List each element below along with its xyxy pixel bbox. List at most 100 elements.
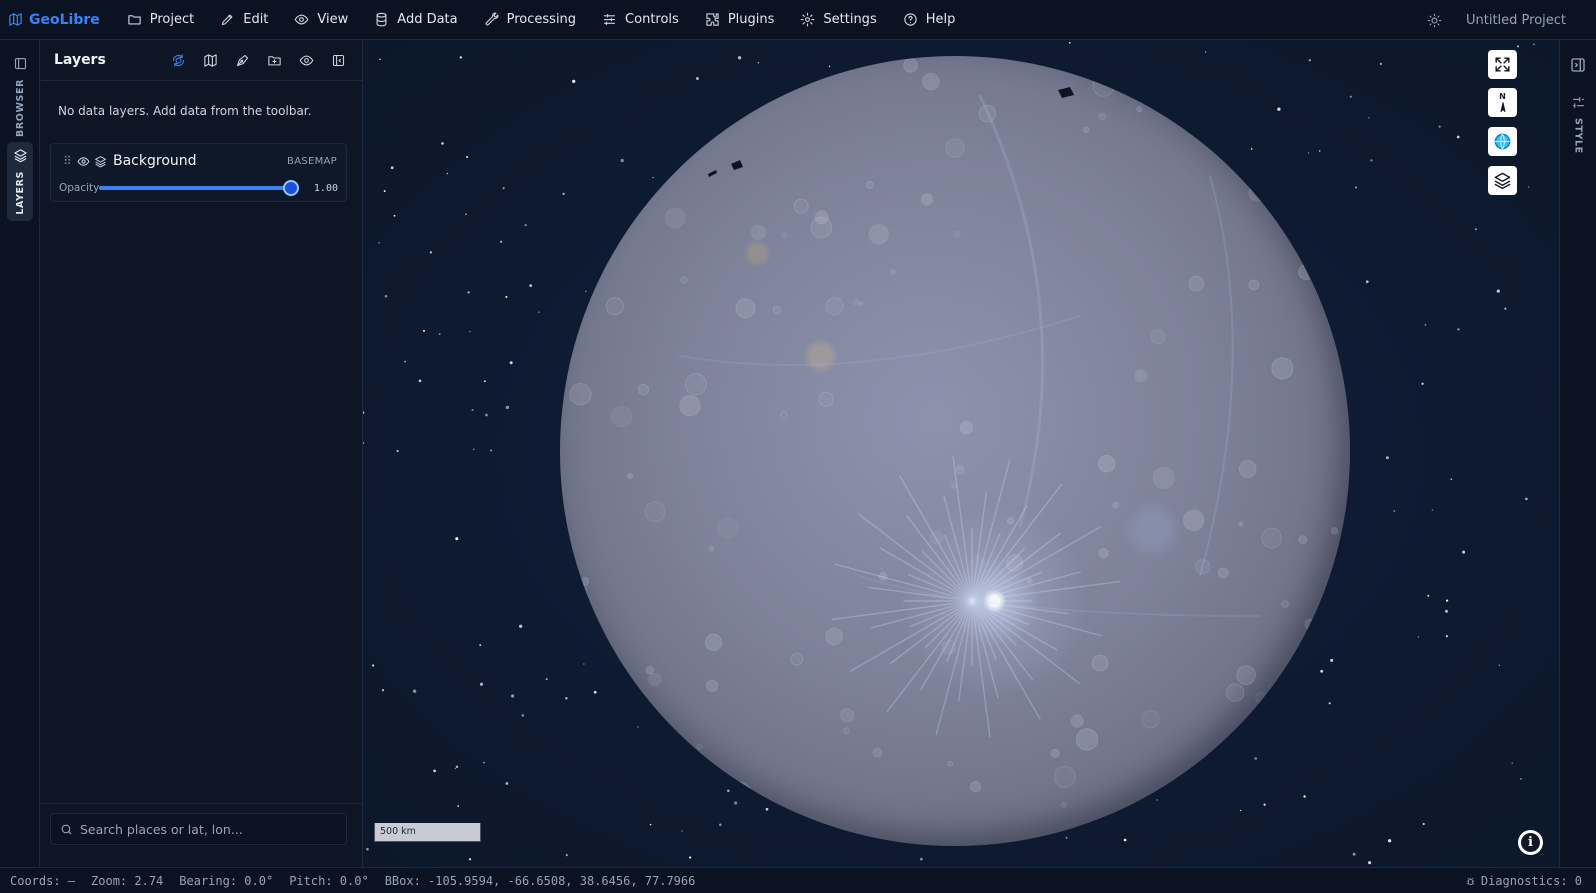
eye-icon bbox=[295, 14, 309, 25]
info-icon: i bbox=[1521, 833, 1540, 852]
menu-plugins[interactable]: Plugins bbox=[692, 0, 788, 40]
menu-edit[interactable]: Edit bbox=[207, 0, 281, 40]
gear-icon bbox=[801, 12, 815, 27]
attribution-button[interactable]: i bbox=[1518, 830, 1543, 855]
status-coords: Coords: — bbox=[10, 873, 76, 888]
search-area bbox=[41, 803, 362, 867]
app-brand[interactable]: GeoLibre bbox=[0, 12, 100, 28]
opacity-row: Opacity 1.00 bbox=[51, 178, 346, 198]
menu-add-data-label: Add Data bbox=[397, 12, 458, 27]
folder-plus-icon bbox=[267, 55, 281, 65]
eye-icon bbox=[299, 55, 313, 65]
menu-edit-label: Edit bbox=[243, 12, 269, 27]
puzzle-icon bbox=[706, 13, 719, 26]
layers-panel-title: Layers bbox=[54, 52, 106, 68]
globe-icon bbox=[1494, 133, 1511, 150]
help-circle-icon bbox=[904, 13, 917, 26]
fullscreen-button[interactable] bbox=[1488, 50, 1517, 79]
diagnostics-button[interactable]: Diagnostics: 0 bbox=[1465, 868, 1582, 893]
menu-processing[interactable]: Processing bbox=[471, 0, 589, 40]
layers-icon bbox=[95, 155, 106, 167]
bug-icon bbox=[1466, 877, 1475, 885]
layers-icon bbox=[1494, 172, 1511, 190]
sun-icon bbox=[1427, 13, 1441, 27]
collapse-panel-button[interactable] bbox=[322, 46, 354, 74]
sidebar-icon bbox=[332, 54, 344, 66]
project-name[interactable]: Untitled Project bbox=[1466, 13, 1596, 28]
layers-panel: Layers No data layers. Add data from the… bbox=[41, 40, 363, 867]
opacity-slider-thumb[interactable] bbox=[283, 180, 299, 196]
fullscreen-icon bbox=[1495, 57, 1510, 72]
globe-view-button[interactable] bbox=[162, 46, 194, 74]
pencil-icon bbox=[222, 14, 233, 26]
rail-tab-style[interactable]: STYLE bbox=[1566, 95, 1590, 154]
right-rail: STYLE bbox=[1559, 40, 1596, 867]
search-icon bbox=[61, 824, 72, 834]
draw-icon bbox=[236, 54, 248, 66]
rail-tab-browser[interactable]: BROWSER bbox=[7, 50, 33, 143]
menu-processing-label: Processing bbox=[506, 12, 577, 27]
menu-view[interactable]: View bbox=[281, 0, 361, 40]
compass-north-label: N bbox=[1499, 92, 1506, 101]
drag-handle-icon[interactable]: ⠿ bbox=[63, 154, 77, 168]
layer-row: ⠿ Background BASEMAP bbox=[51, 144, 346, 178]
status-bearing: Bearing: 0.0° bbox=[179, 873, 274, 888]
menubar-right: Untitled Project bbox=[1420, 0, 1596, 40]
status-bar: Coords: — Zoom: 2.74 Bearing: 0.0° Pitch… bbox=[0, 867, 1596, 893]
menu-help[interactable]: Help bbox=[890, 0, 969, 40]
eye-icon[interactable] bbox=[77, 155, 90, 168]
empty-layers-message: No data layers. Add data from the toolba… bbox=[58, 104, 312, 118]
rail-tab-layers[interactable]: LAYERS bbox=[7, 142, 33, 221]
map-canvas[interactable]: N 500 km i bbox=[363, 40, 1559, 867]
folder-icon bbox=[128, 15, 141, 25]
layer-type-badge: BASEMAP bbox=[287, 155, 337, 167]
menu-view-label: View bbox=[317, 12, 349, 27]
compass-button[interactable]: N bbox=[1488, 88, 1517, 117]
layers-toolbar bbox=[162, 46, 354, 74]
opacity-slider[interactable] bbox=[99, 180, 299, 196]
wrench-icon bbox=[485, 12, 499, 26]
globe-tool-icon bbox=[172, 53, 184, 67]
status-pitch: Pitch: 0.0° bbox=[289, 873, 369, 888]
left-activity-rail: BROWSER LAYERS bbox=[0, 40, 40, 867]
toggle-visibility-button[interactable] bbox=[290, 46, 322, 74]
planet-surface-detail bbox=[560, 56, 1350, 839]
expand-panel-icon[interactable] bbox=[1569, 56, 1587, 74]
menu-plugins-label: Plugins bbox=[727, 12, 775, 27]
menu-settings-label: Settings bbox=[823, 12, 877, 27]
rail-tab-style-label: STYLE bbox=[1572, 118, 1584, 154]
status-bbox: BBox: -105.9594, -66.6508, 38.6456, 77.7… bbox=[384, 873, 696, 888]
layers-panel-header: Layers bbox=[41, 40, 362, 81]
sliders-icon bbox=[603, 13, 616, 26]
menu-help-label: Help bbox=[925, 12, 956, 27]
menu-add-data[interactable]: Add Data bbox=[361, 0, 470, 40]
search-input[interactable] bbox=[80, 821, 330, 837]
rail-tab-layers-label: LAYERS bbox=[14, 171, 26, 215]
menu-project[interactable]: Project bbox=[114, 0, 207, 40]
add-group-button[interactable] bbox=[258, 46, 290, 74]
layers-icon bbox=[13, 149, 27, 163]
opacity-slider-fill bbox=[99, 186, 291, 190]
opacity-label: Opacity bbox=[59, 182, 100, 194]
menu-controls-label: Controls bbox=[625, 12, 679, 27]
map-logo-icon bbox=[9, 13, 22, 26]
menu-settings[interactable]: Settings bbox=[787, 0, 889, 40]
menu-controls[interactable]: Controls bbox=[589, 0, 692, 40]
menu-project-label: Project bbox=[149, 12, 195, 27]
style-sliders-icon bbox=[1572, 96, 1584, 109]
opacity-value: 1.00 bbox=[313, 182, 338, 194]
search-box bbox=[50, 813, 347, 845]
compass-icon bbox=[1500, 102, 1505, 112]
theme-toggle-button[interactable] bbox=[1420, 6, 1448, 34]
planet-globe[interactable] bbox=[560, 56, 1350, 846]
basemap-button[interactable] bbox=[194, 46, 226, 74]
status-zoom: Zoom: 2.74 bbox=[91, 873, 164, 888]
layer-name: Background bbox=[113, 153, 197, 169]
scale-bar: 500 km bbox=[374, 823, 481, 842]
draw-button[interactable] bbox=[226, 46, 258, 74]
sidebar-panel-icon bbox=[14, 57, 26, 70]
layer-item-background[interactable]: ⠿ Background BASEMAP Opacity 1.00 bbox=[50, 143, 347, 202]
layer-switcher-button[interactable] bbox=[1488, 166, 1517, 195]
app-name: GeoLibre bbox=[29, 11, 100, 28]
globe-projection-button[interactable] bbox=[1488, 127, 1517, 156]
